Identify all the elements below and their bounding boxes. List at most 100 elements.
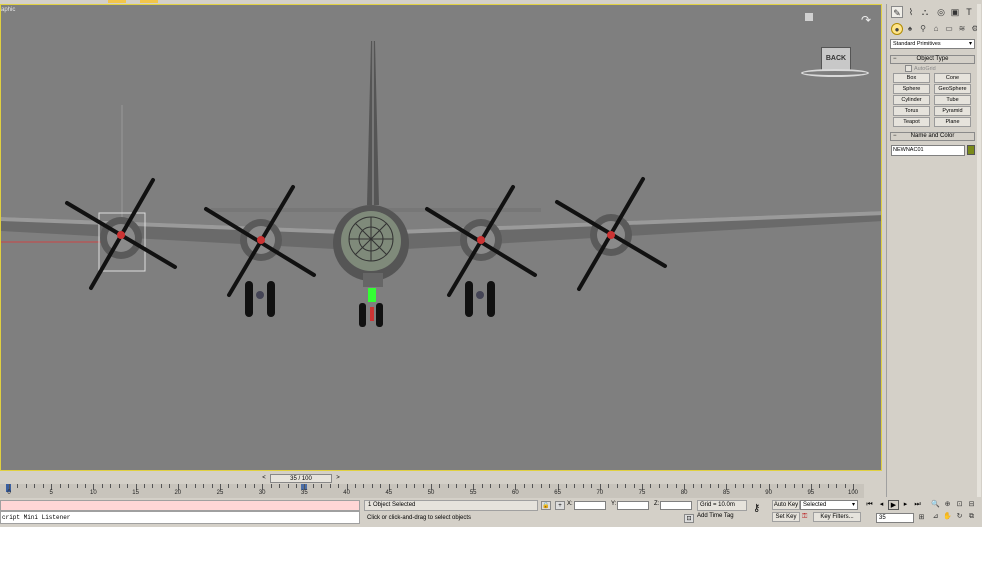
key-icon[interactable]: ⚿ bbox=[802, 513, 807, 521]
b29-bomber-model[interactable] bbox=[1, 5, 882, 471]
modify-icon[interactable]: ⌇ bbox=[905, 6, 917, 18]
lock-icon[interactable]: 🔒 bbox=[541, 501, 551, 510]
maximize-viewport-icon[interactable]: ⧉ bbox=[966, 512, 977, 522]
timeline-tick bbox=[211, 484, 213, 488]
play-icon[interactable]: ▶ bbox=[888, 500, 899, 510]
set-key-button[interactable]: Set Key bbox=[772, 512, 800, 522]
go-to-end-icon[interactable]: ⏭ bbox=[912, 500, 923, 510]
timeline-label: 35 bbox=[301, 490, 308, 496]
geometry-icon[interactable]: ● bbox=[891, 23, 903, 35]
box-button[interactable]: Box bbox=[893, 73, 930, 83]
timeline-tick bbox=[532, 484, 534, 488]
timeline-tick bbox=[498, 484, 500, 488]
object-color-swatch[interactable] bbox=[967, 145, 975, 155]
timeline-tick bbox=[625, 484, 627, 488]
viewport[interactable]: aphic ↷ BACK bbox=[0, 4, 882, 471]
time-slider-next[interactable]: > bbox=[334, 474, 342, 483]
timeline-tick bbox=[827, 484, 829, 488]
helpers-icon[interactable]: ▭ bbox=[943, 23, 955, 35]
timeline-tick bbox=[777, 484, 779, 488]
timeline-label: 65 bbox=[554, 490, 561, 496]
time-slider-prev[interactable]: < bbox=[260, 474, 268, 483]
timeline-tick bbox=[338, 484, 340, 488]
track-bar[interactable]: 0 5 10 15 20 25 30 35 40 45 50 55 60 65 70 75 80 85 90 95 10… bbox=[0, 484, 864, 498]
key-filters-button[interactable]: Key Filters... bbox=[813, 512, 861, 522]
object-name-field[interactable]: NEWNAC01 bbox=[891, 145, 965, 156]
hierarchy-icon[interactable]: ⛬ bbox=[919, 6, 931, 18]
timeline-tick bbox=[582, 484, 584, 488]
key-mode-dropdown[interactable]: Selected ▾ bbox=[800, 500, 858, 510]
timeline-tick bbox=[574, 484, 576, 488]
timeline-tick bbox=[236, 484, 238, 488]
utilities-icon[interactable]: T bbox=[963, 6, 975, 18]
pan-icon[interactable]: ✋ bbox=[942, 512, 953, 522]
cone-button[interactable]: Cone bbox=[934, 73, 971, 83]
cylinder-button[interactable]: Cylinder bbox=[893, 95, 930, 105]
x-coordinate-field[interactable] bbox=[574, 501, 606, 510]
pyramid-button[interactable]: Pyramid bbox=[934, 106, 971, 116]
name-color-title: Name and Color bbox=[910, 133, 955, 139]
object-type-rollout[interactable]: − Object Type bbox=[890, 55, 975, 64]
maxscript-listener-output[interactable] bbox=[0, 500, 360, 511]
time-tag-icon[interactable]: ⊡ bbox=[684, 514, 694, 523]
timeline-tick bbox=[802, 484, 804, 488]
torus-button[interactable]: Torus bbox=[893, 106, 930, 116]
maxscript-mini-listener[interactable]: cript Mini Listener bbox=[0, 511, 360, 524]
timeline-tick bbox=[363, 484, 365, 488]
orbit-icon[interactable]: ↻ bbox=[954, 512, 965, 522]
timeline-tick bbox=[658, 484, 660, 488]
time-slider[interactable]: < 35 / 100 > bbox=[260, 474, 342, 483]
motion-icon[interactable]: ◎ bbox=[935, 6, 947, 18]
timeline-tick bbox=[84, 484, 86, 488]
timeline-tick bbox=[667, 484, 669, 488]
timeline-tick bbox=[295, 484, 297, 488]
tube-button[interactable]: Tube bbox=[934, 95, 971, 105]
shapes-icon[interactable]: ♠ bbox=[904, 23, 916, 35]
autogrid-checkbox[interactable]: AutoGrid bbox=[905, 65, 936, 72]
timeline-tick bbox=[245, 484, 247, 488]
timeline-tick bbox=[405, 484, 407, 488]
zoom-all-icon[interactable]: ⊕ bbox=[942, 500, 953, 510]
key-mode-value: Selected bbox=[803, 502, 827, 508]
timeline-label: 10 bbox=[90, 490, 97, 496]
autogrid-label: AutoGrid bbox=[914, 65, 936, 72]
cameras-icon[interactable]: ⌂ bbox=[930, 23, 942, 35]
geosphere-button[interactable]: GeoSphere bbox=[934, 84, 971, 94]
sphere-button[interactable]: Sphere bbox=[893, 84, 930, 94]
y-coordinate-field[interactable] bbox=[617, 501, 649, 510]
timeline-tick bbox=[321, 484, 323, 488]
name-and-color-rollout[interactable]: − Name and Color bbox=[890, 132, 975, 141]
zoom-icon[interactable]: 🔍 bbox=[930, 500, 941, 510]
absolute-mode-icon[interactable]: + bbox=[555, 501, 565, 510]
zoom-extents-icon[interactable]: ⊡ bbox=[954, 500, 965, 510]
add-time-tag[interactable]: Add Time Tag bbox=[697, 513, 734, 519]
spacewarps-icon[interactable]: ≋ bbox=[956, 23, 968, 35]
zoom-extents-all-icon[interactable]: ⊟ bbox=[966, 500, 977, 510]
lights-icon[interactable]: ⚲ bbox=[917, 23, 929, 35]
time-slider-value[interactable]: 35 / 100 bbox=[270, 474, 332, 483]
primitive-type-dropdown[interactable]: Standard Primitives ▾ bbox=[890, 39, 975, 49]
field-of-view-icon[interactable]: ⊿ bbox=[930, 512, 941, 522]
next-frame-icon[interactable]: ▸ bbox=[900, 500, 911, 510]
go-to-start-icon[interactable]: ⏮ bbox=[864, 500, 875, 510]
object-categories: ● ♠ ⚲ ⌂ ▭ ≋ ⚙ bbox=[889, 23, 979, 37]
timeline-label: 85 bbox=[723, 490, 730, 496]
tab-marker bbox=[140, 0, 158, 3]
timeline-tick bbox=[785, 484, 787, 488]
timeline-label: 90 bbox=[765, 490, 772, 496]
previous-frame-icon[interactable]: ◂ bbox=[876, 500, 887, 510]
create-icon[interactable]: ✎ bbox=[891, 6, 903, 18]
timeline-label: 20 bbox=[174, 490, 182, 496]
timeline-tick bbox=[743, 484, 745, 488]
set-key-icon[interactable]: ⚷ bbox=[753, 503, 760, 514]
auto-key-button[interactable]: Auto Key bbox=[772, 500, 800, 510]
timeline-label: 45 bbox=[385, 490, 393, 496]
current-frame-field[interactable]: 35 bbox=[876, 513, 914, 523]
display-icon[interactable]: ▣ bbox=[949, 6, 961, 18]
command-panel-scrollbar[interactable] bbox=[977, 4, 981, 497]
teapot-button[interactable]: Teapot bbox=[893, 117, 930, 127]
time-config-icon[interactable]: ⊞ bbox=[916, 513, 927, 523]
chevron-down-icon: ▾ bbox=[968, 41, 972, 47]
z-coordinate-field[interactable] bbox=[660, 501, 692, 510]
plane-button[interactable]: Plane bbox=[934, 117, 971, 127]
